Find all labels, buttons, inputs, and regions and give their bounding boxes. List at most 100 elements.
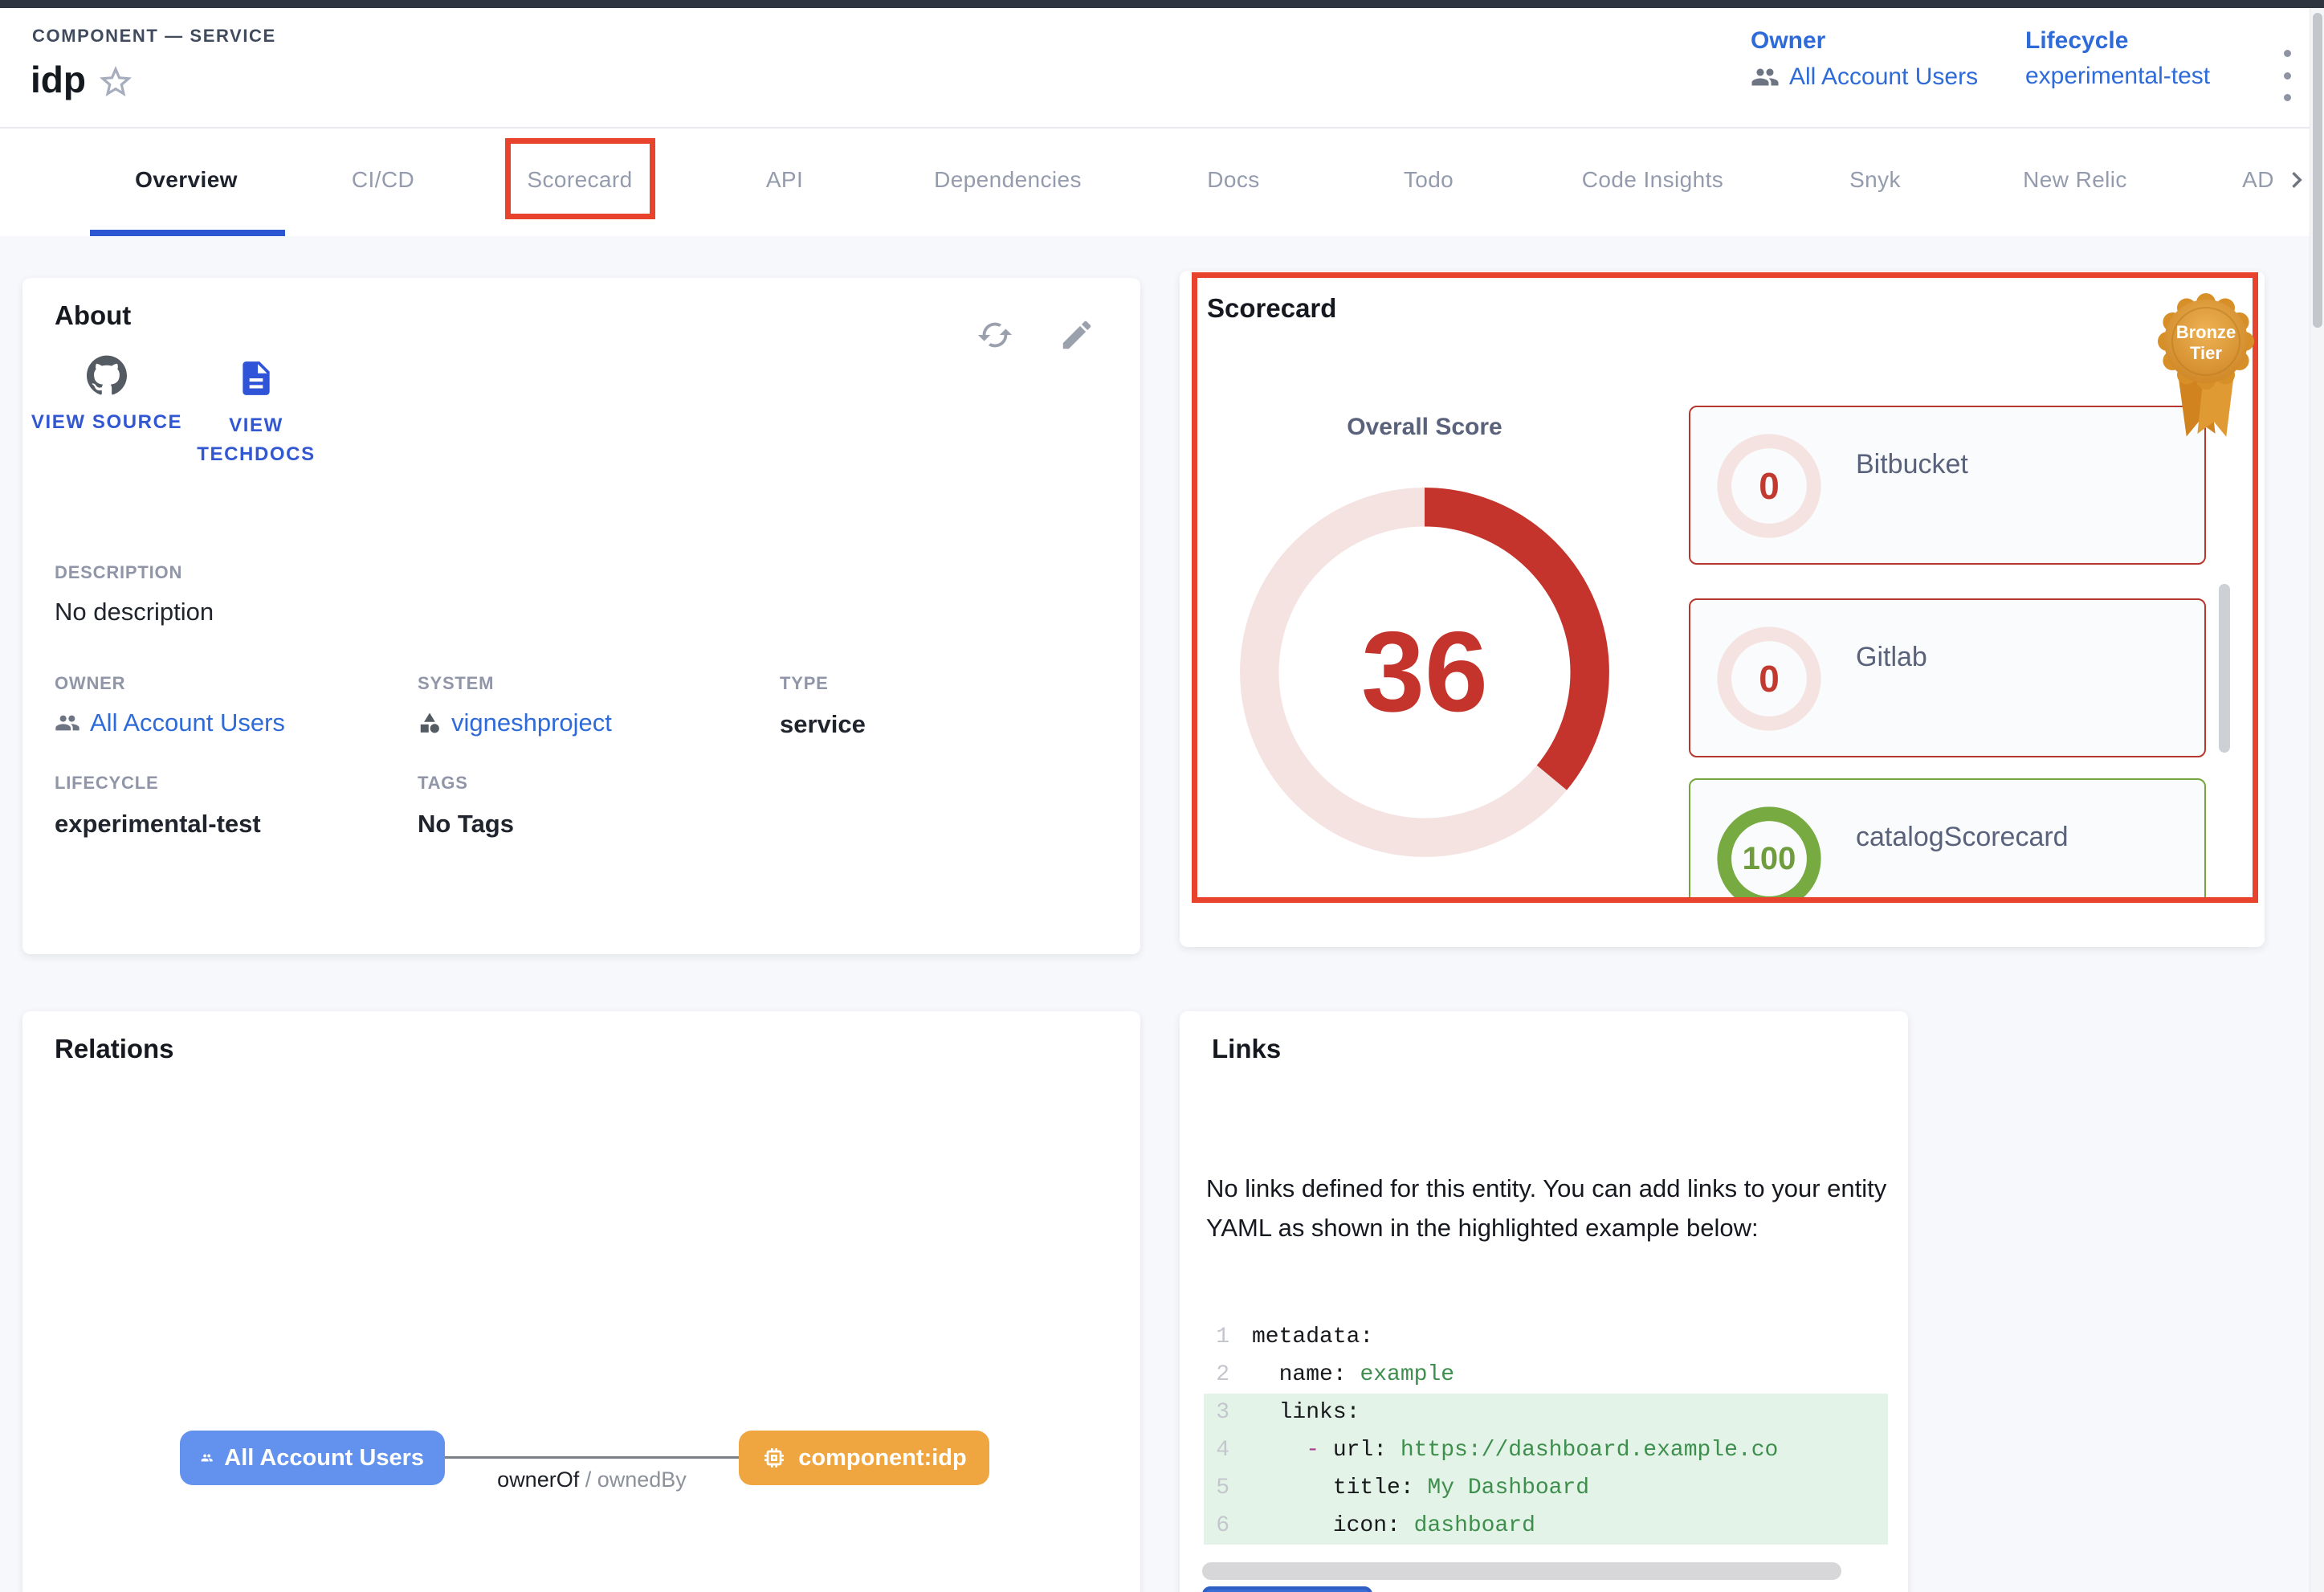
entity-kind-breadcrumb: COMPONENT — SERVICE bbox=[32, 26, 276, 47]
refresh-icon[interactable] bbox=[976, 316, 1013, 353]
tab-api[interactable]: API bbox=[766, 167, 803, 193]
relation-node-owner[interactable]: All Account Users bbox=[180, 1431, 445, 1485]
scorecard-card-title: Scorecard bbox=[1207, 293, 1336, 324]
edge-separator: / bbox=[579, 1467, 597, 1492]
people-icon bbox=[55, 710, 80, 736]
about-card-title: About bbox=[55, 300, 131, 331]
tags-label: TAGS bbox=[418, 773, 468, 794]
techdocs-icon bbox=[236, 358, 276, 398]
tab-ad-truncated[interactable]: AD bbox=[2242, 167, 2274, 193]
tab-scorecard[interactable]: Scorecard bbox=[527, 167, 632, 193]
code-line-highlighted: 4 - url: https://dashboard.example.co bbox=[1204, 1431, 1888, 1469]
links-card-title: Links bbox=[1212, 1034, 1281, 1064]
type-value: service bbox=[780, 710, 866, 739]
entity-header: COMPONENT — SERVICE idp Owner All Accoun… bbox=[0, 8, 2324, 129]
lifecycle-value: experimental-test bbox=[55, 810, 261, 839]
page-scrollbar-track bbox=[2310, 8, 2324, 1592]
overall-score-value: 36 bbox=[1230, 478, 1619, 867]
tab-snyk[interactable]: Snyk bbox=[1849, 167, 1901, 193]
description-value: No description bbox=[55, 598, 214, 627]
page-scrollbar-thumb[interactable] bbox=[2313, 13, 2322, 328]
tab-dependencies[interactable]: Dependencies bbox=[934, 167, 1082, 193]
scorecard-item-gitlab[interactable]: 0 Gitlab bbox=[1689, 598, 2206, 757]
bitbucket-score: 0 bbox=[1714, 431, 1824, 541]
gitlab-gauge: 0 bbox=[1714, 624, 1824, 733]
tab-new-relic[interactable]: New Relic bbox=[2023, 167, 2127, 193]
favorite-star-icon[interactable] bbox=[96, 63, 135, 101]
links-empty-text: No links defined for this entity. You ca… bbox=[1206, 1169, 1890, 1247]
edge-reverse: ownedBy bbox=[597, 1467, 687, 1492]
overall-score-gauge: 36 bbox=[1230, 478, 1619, 867]
people-icon bbox=[1751, 63, 1780, 92]
gitlab-label: Gitlab bbox=[1856, 642, 1927, 673]
entity-tabbar: Overview CI/CD Scorecard API Dependencie… bbox=[0, 129, 2324, 236]
catalogscorecard-label: catalogScorecard bbox=[1856, 822, 2069, 853]
system-label: SYSTEM bbox=[418, 673, 494, 694]
relation-edge-line bbox=[445, 1456, 739, 1459]
tabs-scroll-chevron-right-icon[interactable] bbox=[2281, 164, 2313, 196]
view-techdocs-label: VIEW TECHDOCS bbox=[180, 411, 332, 469]
relation-node-component[interactable]: component:idp bbox=[739, 1431, 989, 1485]
about-card: About VIEW SOURCE VIEW TECHDOCS DESCRIPT… bbox=[22, 278, 1140, 954]
window-top-strip bbox=[0, 0, 2324, 8]
header-owner-value[interactable]: All Account Users bbox=[1751, 63, 1978, 92]
owner-label: OWNER bbox=[55, 673, 125, 694]
people-icon bbox=[201, 1444, 213, 1472]
tab-code-insights[interactable]: Code Insights bbox=[1582, 167, 1723, 193]
view-techdocs-link[interactable]: VIEW TECHDOCS bbox=[180, 358, 332, 469]
relation-node-owner-label: All Account Users bbox=[224, 1445, 424, 1472]
view-source-label: VIEW SOURCE bbox=[31, 408, 183, 437]
code-line-highlighted: 3 links: bbox=[1204, 1394, 1888, 1431]
bitbucket-label: Bitbucket bbox=[1856, 449, 1968, 480]
entity-overview-page: COMPONENT — SERVICE idp Owner All Accoun… bbox=[0, 0, 2324, 1592]
gitlab-score: 0 bbox=[1714, 624, 1824, 733]
code-line: 1metadata: bbox=[1204, 1318, 1888, 1356]
overall-score-label: Overall Score bbox=[1304, 414, 1545, 441]
github-icon bbox=[87, 355, 127, 395]
lifecycle-label: LIFECYCLE bbox=[55, 773, 158, 794]
view-source-link[interactable]: VIEW SOURCE bbox=[31, 355, 183, 437]
edge-forward: ownerOf bbox=[497, 1467, 579, 1492]
relations-card-title: Relations bbox=[55, 1034, 174, 1064]
type-label: TYPE bbox=[780, 673, 829, 694]
relations-card: Relations ownerOf / ownedBy All Account … bbox=[22, 1011, 1140, 1592]
header-owner-link: All Account Users bbox=[1789, 63, 1978, 91]
chip-icon bbox=[761, 1445, 787, 1471]
entity-title: idp bbox=[31, 58, 86, 101]
tags-value: No Tags bbox=[418, 810, 514, 839]
scorecard-provider-list: 0 Bitbucket 0 Gitlab 100 catalogScorecar… bbox=[1689, 399, 2208, 902]
edit-pencil-icon[interactable] bbox=[1058, 316, 1095, 353]
header-owner-label[interactable]: Owner bbox=[1751, 27, 1978, 55]
scorecard-item-bitbucket[interactable]: 0 Bitbucket bbox=[1689, 406, 2206, 565]
bronze-tier-badge: Bronze Tier bbox=[2153, 292, 2259, 446]
tab-overview[interactable]: Overview bbox=[135, 167, 238, 193]
description-label: DESCRIPTION bbox=[55, 562, 182, 583]
relation-edge-label: ownerOf / ownedBy bbox=[445, 1467, 739, 1492]
more-options-kebab-icon[interactable] bbox=[2271, 50, 2303, 101]
catalogscorecard-score: 100 bbox=[1714, 804, 1824, 902]
scorecard-item-catalogscorecard[interactable]: 100 catalogScorecard bbox=[1689, 778, 2206, 902]
bitbucket-gauge: 0 bbox=[1714, 431, 1824, 541]
scorecard-list-scrollbar-thumb[interactable] bbox=[2219, 584, 2230, 753]
scorecard-card: Scorecard bbox=[1180, 271, 2265, 947]
active-tab-underline bbox=[90, 230, 285, 236]
header-lifecycle-value[interactable]: experimental-test bbox=[2025, 63, 2210, 90]
code-line: 2 name: example bbox=[1204, 1356, 1888, 1394]
tab-todo[interactable]: Todo bbox=[1404, 167, 1454, 193]
badge-line1: Bronze bbox=[2176, 322, 2236, 342]
owner-value-link[interactable]: All Account Users bbox=[55, 708, 285, 737]
system-value-link[interactable]: vigneshproject bbox=[418, 708, 612, 737]
catalogscorecard-gauge: 100 bbox=[1714, 804, 1824, 902]
header-lifecycle-block: Lifecycle experimental-test bbox=[2025, 27, 2210, 90]
read-more-button-clipped[interactable] bbox=[1202, 1586, 1372, 1592]
code-line-highlighted: 6 icon: dashboard bbox=[1204, 1507, 1888, 1545]
code-horizontal-scrollbar[interactable] bbox=[1202, 1562, 1841, 1580]
header-lifecycle-label[interactable]: Lifecycle bbox=[2025, 27, 2210, 55]
header-owner-block: Owner All Account Users bbox=[1751, 27, 1978, 92]
tab-cicd[interactable]: CI/CD bbox=[352, 167, 414, 193]
links-card: Links No links defined for this entity. … bbox=[1180, 1011, 1908, 1592]
tab-docs[interactable]: Docs bbox=[1207, 167, 1259, 193]
badge-line2: Tier bbox=[2190, 343, 2222, 363]
relation-node-component-label: component:idp bbox=[798, 1445, 966, 1472]
yaml-example-codeblock: 1metadata: 2 name: example 3 links: 4 - … bbox=[1204, 1318, 1888, 1545]
